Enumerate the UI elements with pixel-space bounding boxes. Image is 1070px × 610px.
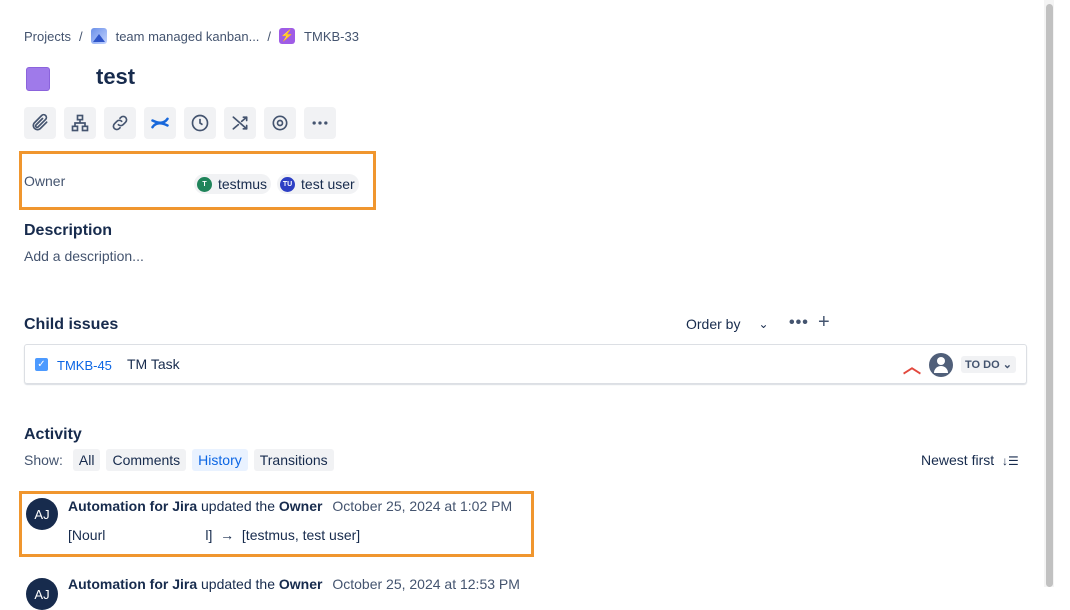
history-entry-header: Automation for Jira updated the Owner Oc… xyxy=(68,498,512,514)
order-by-label: Order by xyxy=(686,316,741,332)
description-heading: Description xyxy=(24,222,113,239)
table-row[interactable]: ✓ TMKB-45 TM Task ︿ TO DO ⌄ xyxy=(24,344,1027,384)
history-to-value: [testmus, test user] xyxy=(241,527,361,543)
history-entry-header: Automation for Jira updated the Owner Oc… xyxy=(68,576,520,592)
avatar: TU xyxy=(280,176,296,192)
breadcrumb-separator: / xyxy=(78,28,83,44)
clock-icon xyxy=(191,114,209,132)
task-type-icon: ✓ xyxy=(35,358,48,371)
redacted-area xyxy=(105,526,206,540)
owner-chip-name: test user xyxy=(301,176,355,192)
arrow-right-icon: → xyxy=(220,527,235,543)
avatar[interactable]: AJ xyxy=(26,498,58,530)
filter-comments[interactable]: Comments xyxy=(106,449,187,471)
watch-button[interactable] xyxy=(264,107,296,139)
owner-label: Owner xyxy=(24,173,66,189)
link-issue-button[interactable] xyxy=(104,107,136,139)
filter-history[interactable]: History xyxy=(192,449,248,471)
confluence-icon xyxy=(151,117,169,129)
status-label: TO DO xyxy=(965,359,1000,371)
history-action: updated the xyxy=(201,576,275,592)
add-child-button[interactable] xyxy=(64,107,96,139)
owner-value[interactable]: T testmus TU test user xyxy=(194,174,365,194)
shuffle-icon xyxy=(232,116,248,130)
description-input[interactable]: Add a description... xyxy=(24,248,144,264)
log-time-button[interactable] xyxy=(184,107,216,139)
show-label: Show: xyxy=(24,452,63,468)
child-issues-more-icon[interactable]: ••• xyxy=(789,314,809,332)
attachment-icon xyxy=(32,113,48,131)
chevron-down-icon: ⌄ xyxy=(758,317,769,331)
child-issue-key[interactable]: TMKB-45 xyxy=(57,358,112,373)
activity-heading: Activity xyxy=(24,426,82,443)
child-issues-heading: Child issues xyxy=(24,316,119,333)
priority-high-icon[interactable]: ︿ xyxy=(903,353,921,379)
attachment-button[interactable] xyxy=(24,107,56,139)
history-action: updated the xyxy=(201,498,275,514)
issue-title[interactable]: test xyxy=(96,64,135,90)
history-from-value: [Nourl xyxy=(68,527,106,543)
history-date[interactable]: October 25, 2024 at 1:02 PM xyxy=(332,498,512,514)
sort-icon: ↓☰ xyxy=(1002,454,1019,468)
history-actor[interactable]: Automation for Jira xyxy=(68,576,197,592)
child-issue-summary[interactable]: TM Task xyxy=(127,356,180,372)
history-field: Owner xyxy=(278,498,323,514)
hierarchy-icon xyxy=(71,114,89,132)
breadcrumb-projects[interactable]: Projects xyxy=(24,29,71,44)
more-icon xyxy=(312,121,328,125)
sort-label: Newest first xyxy=(921,452,995,468)
transition-button[interactable] xyxy=(224,107,256,139)
filter-all[interactable]: All xyxy=(72,449,101,471)
issue-toolbar xyxy=(24,107,336,139)
history-date[interactable]: October 25, 2024 at 12:53 PM xyxy=(332,576,520,592)
avatar[interactable]: AJ xyxy=(26,578,58,610)
history-field: Owner xyxy=(278,576,323,592)
activity-filter: Show: All Comments History Transitions xyxy=(24,449,340,471)
sort-order-button[interactable]: Newest first ↓☰ xyxy=(921,452,1019,468)
breadcrumb-epic[interactable]: TMKB-33 xyxy=(304,29,359,44)
breadcrumb: Projects / team managed kanban... / ⚡ TM… xyxy=(24,28,359,44)
add-child-issue-icon[interactable]: + xyxy=(818,311,830,334)
confluence-button[interactable] xyxy=(144,107,176,139)
breadcrumb-separator: / xyxy=(267,28,272,44)
assignee-avatar-icon[interactable] xyxy=(929,353,953,377)
chevron-down-icon: ⌄ xyxy=(1002,359,1012,371)
history-change: [Nourl l] → [testmus, test user] xyxy=(68,526,360,543)
issue-type-icon[interactable] xyxy=(26,67,50,91)
filter-transitions[interactable]: Transitions xyxy=(253,449,334,471)
project-avatar-icon xyxy=(90,28,107,44)
breadcrumb-project[interactable]: team managed kanban... xyxy=(116,29,260,44)
target-icon xyxy=(272,115,288,131)
link-icon xyxy=(112,115,128,131)
scrollbar-thumb[interactable] xyxy=(1046,4,1053,587)
order-by-dropdown[interactable]: Order by ⌄ xyxy=(686,316,769,332)
status-dropdown[interactable]: TO DO ⌄ xyxy=(961,356,1016,373)
more-actions-button[interactable] xyxy=(304,107,336,139)
epic-icon: ⚡ xyxy=(279,28,296,44)
avatar: T xyxy=(197,176,212,192)
history-from-value-end: l] xyxy=(205,527,213,543)
owner-chip-name: testmus xyxy=(218,176,268,192)
owner-chip[interactable]: T testmus xyxy=(194,174,272,194)
history-actor[interactable]: Automation for Jira xyxy=(68,498,197,514)
owner-chip[interactable]: TU test user xyxy=(277,174,359,194)
